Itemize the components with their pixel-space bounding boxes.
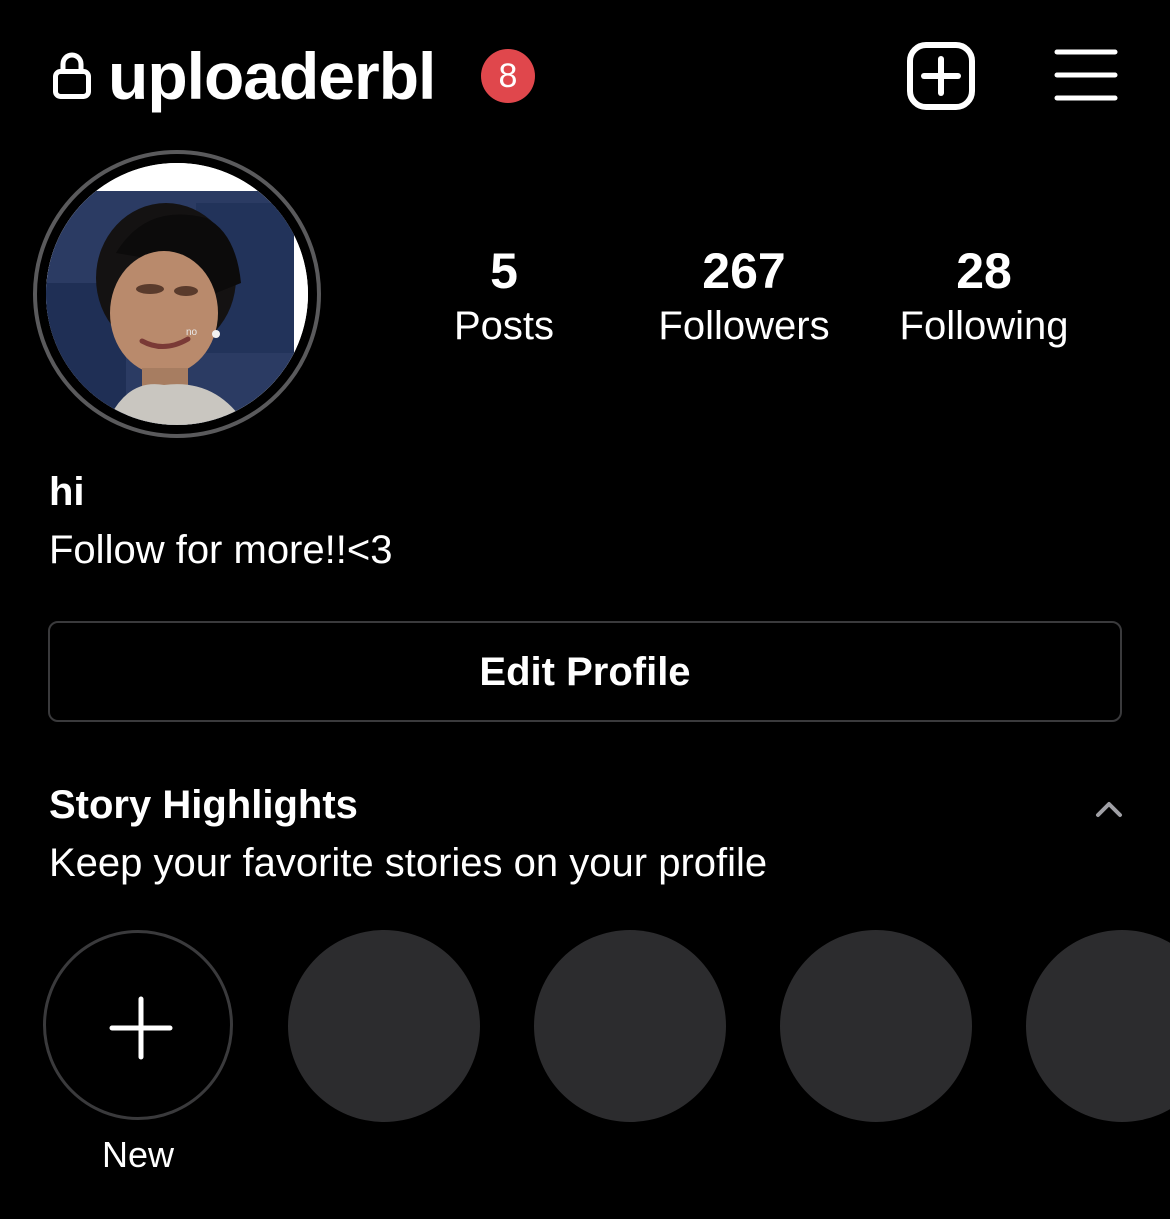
stat-followers[interactable]: 267 Followers <box>624 240 864 350</box>
posts-count: 5 <box>490 243 518 299</box>
profile-header: uploaderbl 8 <box>0 0 1170 150</box>
highlight-placeholder <box>288 930 480 1122</box>
posts-label: Posts <box>453 304 555 348</box>
profile-name: hi <box>49 470 85 514</box>
highlight-placeholder <box>780 930 972 1122</box>
highlight-placeholder <box>534 930 726 1122</box>
following-label: Following <box>899 304 1069 348</box>
highlight-placeholder <box>1026 930 1170 1122</box>
stat-posts[interactable]: 5 Posts <box>384 240 624 350</box>
followers-label: Followers <box>658 304 830 348</box>
profile-stats: 5 Posts 267 Followers 28 Following <box>0 240 1170 360</box>
username-switcher[interactable]: uploaderbl <box>108 36 436 116</box>
highlights-title: Story Highlights <box>49 783 358 827</box>
create-post-button[interactable] <box>906 41 976 111</box>
new-highlight-button[interactable] <box>43 930 233 1120</box>
followers-count: 267 <box>702 243 786 299</box>
notification-badge[interactable]: 8 <box>481 49 535 103</box>
highlights-subtitle: Keep your favorite stories on your profi… <box>49 841 768 885</box>
plus-icon <box>109 996 173 1060</box>
profile-bio: Follow for more!!<3 <box>49 528 393 572</box>
new-highlight-label: New <box>101 1134 175 1175</box>
edit-profile-button[interactable]: Edit Profile <box>48 621 1122 722</box>
chevron-up-icon[interactable] <box>1090 794 1128 824</box>
following-count: 28 <box>956 243 1012 299</box>
lock-icon <box>53 52 91 99</box>
hamburger-menu-icon[interactable] <box>1054 46 1118 104</box>
stat-following[interactable]: 28 Following <box>864 240 1104 350</box>
